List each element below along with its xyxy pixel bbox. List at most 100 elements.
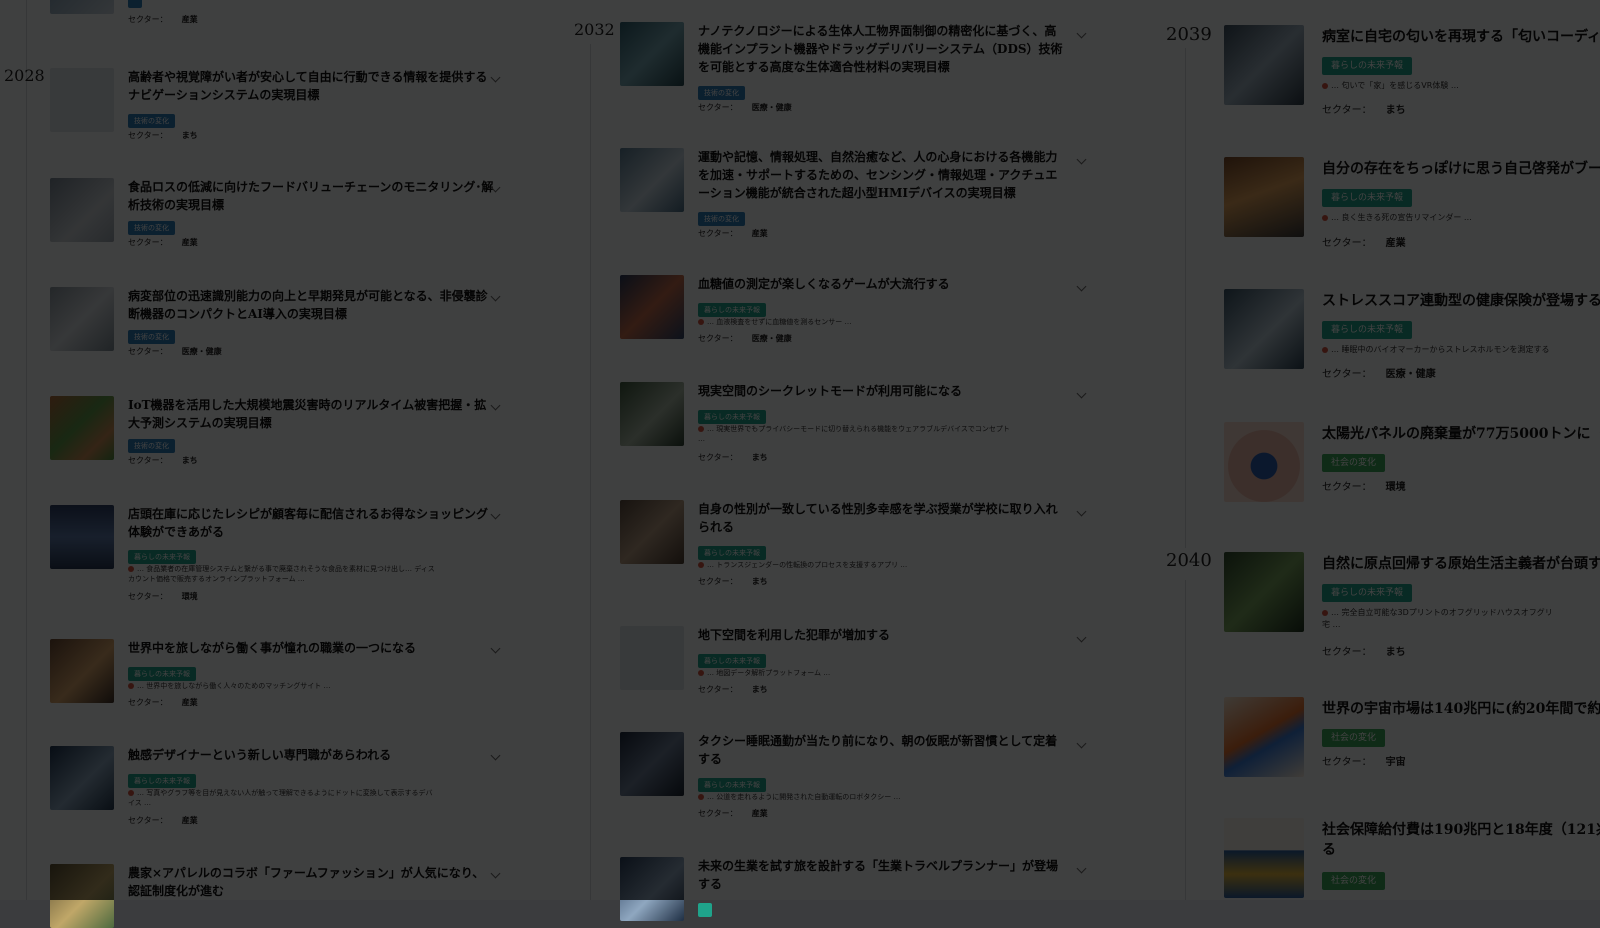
card-thumbnail[interactable] [50, 639, 114, 703]
card-title[interactable]: 触感デザイナーという新しい専門職があらわれる [128, 746, 391, 764]
bulb-icon [698, 319, 704, 325]
card-thumbnail[interactable] [50, 505, 114, 569]
card-title[interactable]: 運動や記憶、情報処理、自然治癒など、人の心身における各機能力 を加速・サポートする… [698, 148, 1057, 202]
chevron-down-icon[interactable] [490, 72, 501, 83]
card-title[interactable]: ナノテクノロジーによる生体人工物界面制御の精密化に基づく、高 機能インプラント機器… [698, 22, 1063, 76]
timeline-card[interactable]: 病室に自宅の匂いを再現する「匂いコーディ 暮らしの未来予報 … 匂いで「家」を感… [1224, 25, 1600, 135]
sector-row: セクター： 医療・健康 [698, 103, 792, 112]
card-thumbnail[interactable] [50, 396, 114, 460]
timeline-card[interactable]: 太陽光パネルの廃棄量が77万5000トンに（2 社会の変化 セクター： 環境 [1224, 422, 1600, 522]
timeline-card[interactable]: 触感デザイナーという新しい専門職があらわれる 暮らしの未来予報 … 写真やグラフ… [50, 746, 510, 836]
category-badge: 社会の変化 [1322, 729, 1386, 747]
card-title[interactable]: 食品ロスの低減に向けたフードバリューチェーンのモニタリング･解 析技術の実現目標 [128, 178, 493, 214]
card-thumbnail[interactable] [1224, 552, 1304, 632]
card-title[interactable]: タクシー睡眠通勤が当たり前になり、朝の仮眠が新習慣として定着 する [698, 732, 1057, 768]
card-title[interactable]: 太陽光パネルの廃棄量が77万5000トンに（2 [1322, 424, 1600, 444]
bulb-icon [698, 426, 704, 432]
card-thumbnail[interactable] [50, 178, 114, 242]
bulb-icon [128, 683, 134, 689]
chevron-down-icon[interactable] [1076, 388, 1087, 399]
timeline-card[interactable]: 食品ロスの低減に向けたフードバリューチェーンのモニタリング･解 析技術の実現目標 … [50, 178, 510, 273]
chevron-down-icon[interactable] [490, 509, 501, 520]
card-title[interactable]: 社会保障給付費は190兆円と18年度（121兆円る [1322, 820, 1600, 860]
timeline-card[interactable]: 農家×アパレルのコラボ「ファームファッション」が人気になり、 認証制度化が進む [50, 864, 510, 928]
chevron-down-icon[interactable] [1076, 28, 1087, 39]
card-title[interactable]: 農家×アパレルのコラボ「ファームファッション」が人気になり、 認証制度化が進む [128, 864, 484, 900]
card-title[interactable]: 世界中を旅しながら働く事が憧れの職業の一つになる [128, 639, 416, 657]
card-title[interactable]: 世界の宇宙市場は140兆円に(約20年間で約3 [1322, 699, 1600, 719]
card-thumbnail[interactable] [620, 275, 684, 339]
card-title[interactable]: ストレススコア連動型の健康保険が登場する [1322, 291, 1600, 311]
card-thumbnail[interactable] [1224, 289, 1304, 369]
card-thumbnail[interactable] [620, 626, 684, 690]
card-title[interactable]: 自然に原点回帰する原始生活主義者が台頭す [1322, 554, 1600, 574]
sector-row: セクター： まち [1322, 105, 1406, 116]
card-title[interactable]: 病変部位の迅速識別能力の向上と早期発見が可能となる、非侵襲診 断機器のコンパクトと… [128, 287, 488, 323]
card-title[interactable]: 高齢者や視覚障がい者が安心して自由に行動できる情報を提供する ナビゲーションシステ… [128, 68, 487, 104]
timeline-card[interactable]: 高齢者や視覚障がい者が安心して自由に行動できる情報を提供する ナビゲーションシステ… [50, 68, 510, 163]
card-title[interactable]: 自分の存在をちっぽけに思う自己啓発がブー [1322, 159, 1600, 179]
chevron-down-icon[interactable] [490, 643, 501, 654]
timeline-line [1185, 580, 1186, 900]
card-title[interactable]: 地下空間を利用した犯罪が増加する [698, 626, 890, 644]
timeline-card[interactable]: 店頭在庫に応じたレシピが顧客毎に配信されるお得なショッピング 体験ができあがる 暮… [50, 505, 510, 610]
timeline-card[interactable]: 自身の性別が一致している性別多幸感を学ぶ授業が学校に取り入れ られる 暮らしの未来… [620, 500, 1087, 595]
timeline-card[interactable]: 社会保障給付費は190兆円と18年度（121兆円る 社会の変化 [1224, 818, 1600, 900]
card-title[interactable]: 現実空間のシークレットモードが利用可能になる [698, 382, 962, 400]
chevron-down-icon[interactable] [1076, 506, 1087, 517]
card-thumbnail[interactable] [1224, 422, 1304, 502]
card-thumbnail[interactable] [620, 22, 684, 86]
chevron-down-icon[interactable] [1076, 863, 1087, 874]
card-thumbnail[interactable] [1224, 157, 1304, 237]
card-thumbnail[interactable] [1224, 25, 1304, 105]
chevron-down-icon[interactable] [1076, 632, 1087, 643]
timeline-card[interactable]: 未来の生業を試す旅を設計する「生業トラベルプランナー」が登場 する [620, 857, 1087, 921]
card-thumbnail[interactable] [620, 500, 684, 564]
card-thumbnail[interactable] [620, 382, 684, 446]
card-excerpt: … 血液検査をせずに血糖値を測るセンサー … [698, 317, 851, 327]
card-excerpt: … 食品業者の在庫管理システムと繋がる事で廃棄されそうな食品を素材に見つけ出し…… [128, 565, 435, 583]
timeline-card[interactable]: 自分の存在をちっぽけに思う自己啓発がブー 暮らしの未来予報 … 良く生きる死の宣… [1224, 157, 1600, 267]
card-title[interactable]: IoT機器を活用した大規模地震災害時のリアルタイム被害把握・拡 大予測システムの実… [128, 396, 486, 432]
timeline-card[interactable]: 世界中を旅しながら働く事が憧れの職業の一つになる 暮らしの未来予報 … 世界中を… [50, 639, 510, 734]
timeline-card[interactable]: 地下空間を利用した犯罪が増加する 暮らしの未来予報 … 地図データ解析プラットフ… [620, 626, 1087, 721]
bulb-icon [1322, 214, 1328, 221]
timeline-card[interactable]: ナノテクノロジーによる生体人工物界面制御の精密化に基づく、高 機能インプラント機器… [620, 22, 1087, 117]
timeline-card[interactable]: タクシー睡眠通勤が当たり前になり、朝の仮眠が新習慣として定着 する 暮らしの未来予… [620, 732, 1087, 827]
card-thumbnail[interactable] [50, 287, 114, 351]
year-label: 2039 [1166, 24, 1212, 45]
category-badge: 暮らしの未来予報 [128, 550, 196, 564]
timeline-card[interactable]: IoT機器を活用した大規模地震災害時のリアルタイム被害把握・拡 大予測システムの実… [50, 396, 510, 491]
timeline-card[interactable]: 血糖値の測定が楽しくなるゲームが大流行する 暮らしの未来予報 … 血液検査をせず… [620, 275, 1087, 370]
chevron-down-icon[interactable] [490, 400, 501, 411]
card-thumbnail[interactable] [50, 0, 114, 14]
timeline-card[interactable]: 世界の宇宙市場は140兆円に(約20年間で約3 社会の変化 セクター： 宇宙 [1224, 697, 1600, 797]
card-excerpt: … 公道を走れるように開発された自動運転のロボタクシー … [698, 792, 900, 802]
timeline-card[interactable]: ストレススコア連動型の健康保険が登場する 暮らしの未来予報 … 睡眠中のバイオマ… [1224, 289, 1600, 399]
timeline-card[interactable]: 運動や記憶、情報処理、自然治癒など、人の心身における各機能力 を加速・サポートする… [620, 148, 1087, 243]
card-thumbnail[interactable] [1224, 818, 1304, 898]
card-title[interactable]: 血糖値の測定が楽しくなるゲームが大流行する [698, 275, 950, 293]
timeline-card[interactable]: 現実空間のシークレットモードが利用可能になる 暮らしの未来予報 … 現実世界でも… [620, 382, 1087, 477]
card-thumbnail[interactable] [1224, 697, 1304, 777]
card-thumbnail[interactable] [50, 864, 114, 928]
card-thumbnail[interactable] [620, 732, 684, 796]
timeline-line [26, 0, 27, 900]
card-thumbnail[interactable] [50, 746, 114, 810]
card-thumbnail[interactable] [50, 68, 114, 132]
card-title[interactable]: 病室に自宅の匂いを再現する「匂いコーディ [1322, 27, 1600, 47]
card-thumbnail[interactable] [620, 148, 684, 212]
card-title[interactable]: 未来の生業を試す旅を設計する「生業トラベルプランナー」が登場 する [698, 857, 1058, 893]
sector-row: セクター： 宇宙 [1322, 757, 1406, 768]
chevron-down-icon[interactable] [1076, 738, 1087, 749]
chevron-down-icon[interactable] [1076, 154, 1087, 165]
card-thumbnail[interactable] [620, 857, 684, 921]
card-title[interactable]: 自身の性別が一致している性別多幸感を学ぶ授業が学校に取り入れ られる [698, 500, 1058, 536]
chevron-down-icon[interactable] [1076, 281, 1087, 292]
chevron-down-icon[interactable] [490, 750, 501, 761]
timeline-card[interactable]: 自然に原点回帰する原始生活主義者が台頭す 暮らしの未来予報 … 完全自立可能な3… [1224, 552, 1600, 672]
chevron-down-icon[interactable] [490, 868, 501, 879]
card-title[interactable]: 店頭在庫に応じたレシピが顧客毎に配信されるお得なショッピング 体験ができあがる [128, 505, 488, 541]
chevron-down-icon[interactable] [490, 291, 501, 302]
timeline-card[interactable]: 病変部位の迅速識別能力の向上と早期発見が可能となる、非侵襲診 断機器のコンパクトと… [50, 287, 510, 382]
